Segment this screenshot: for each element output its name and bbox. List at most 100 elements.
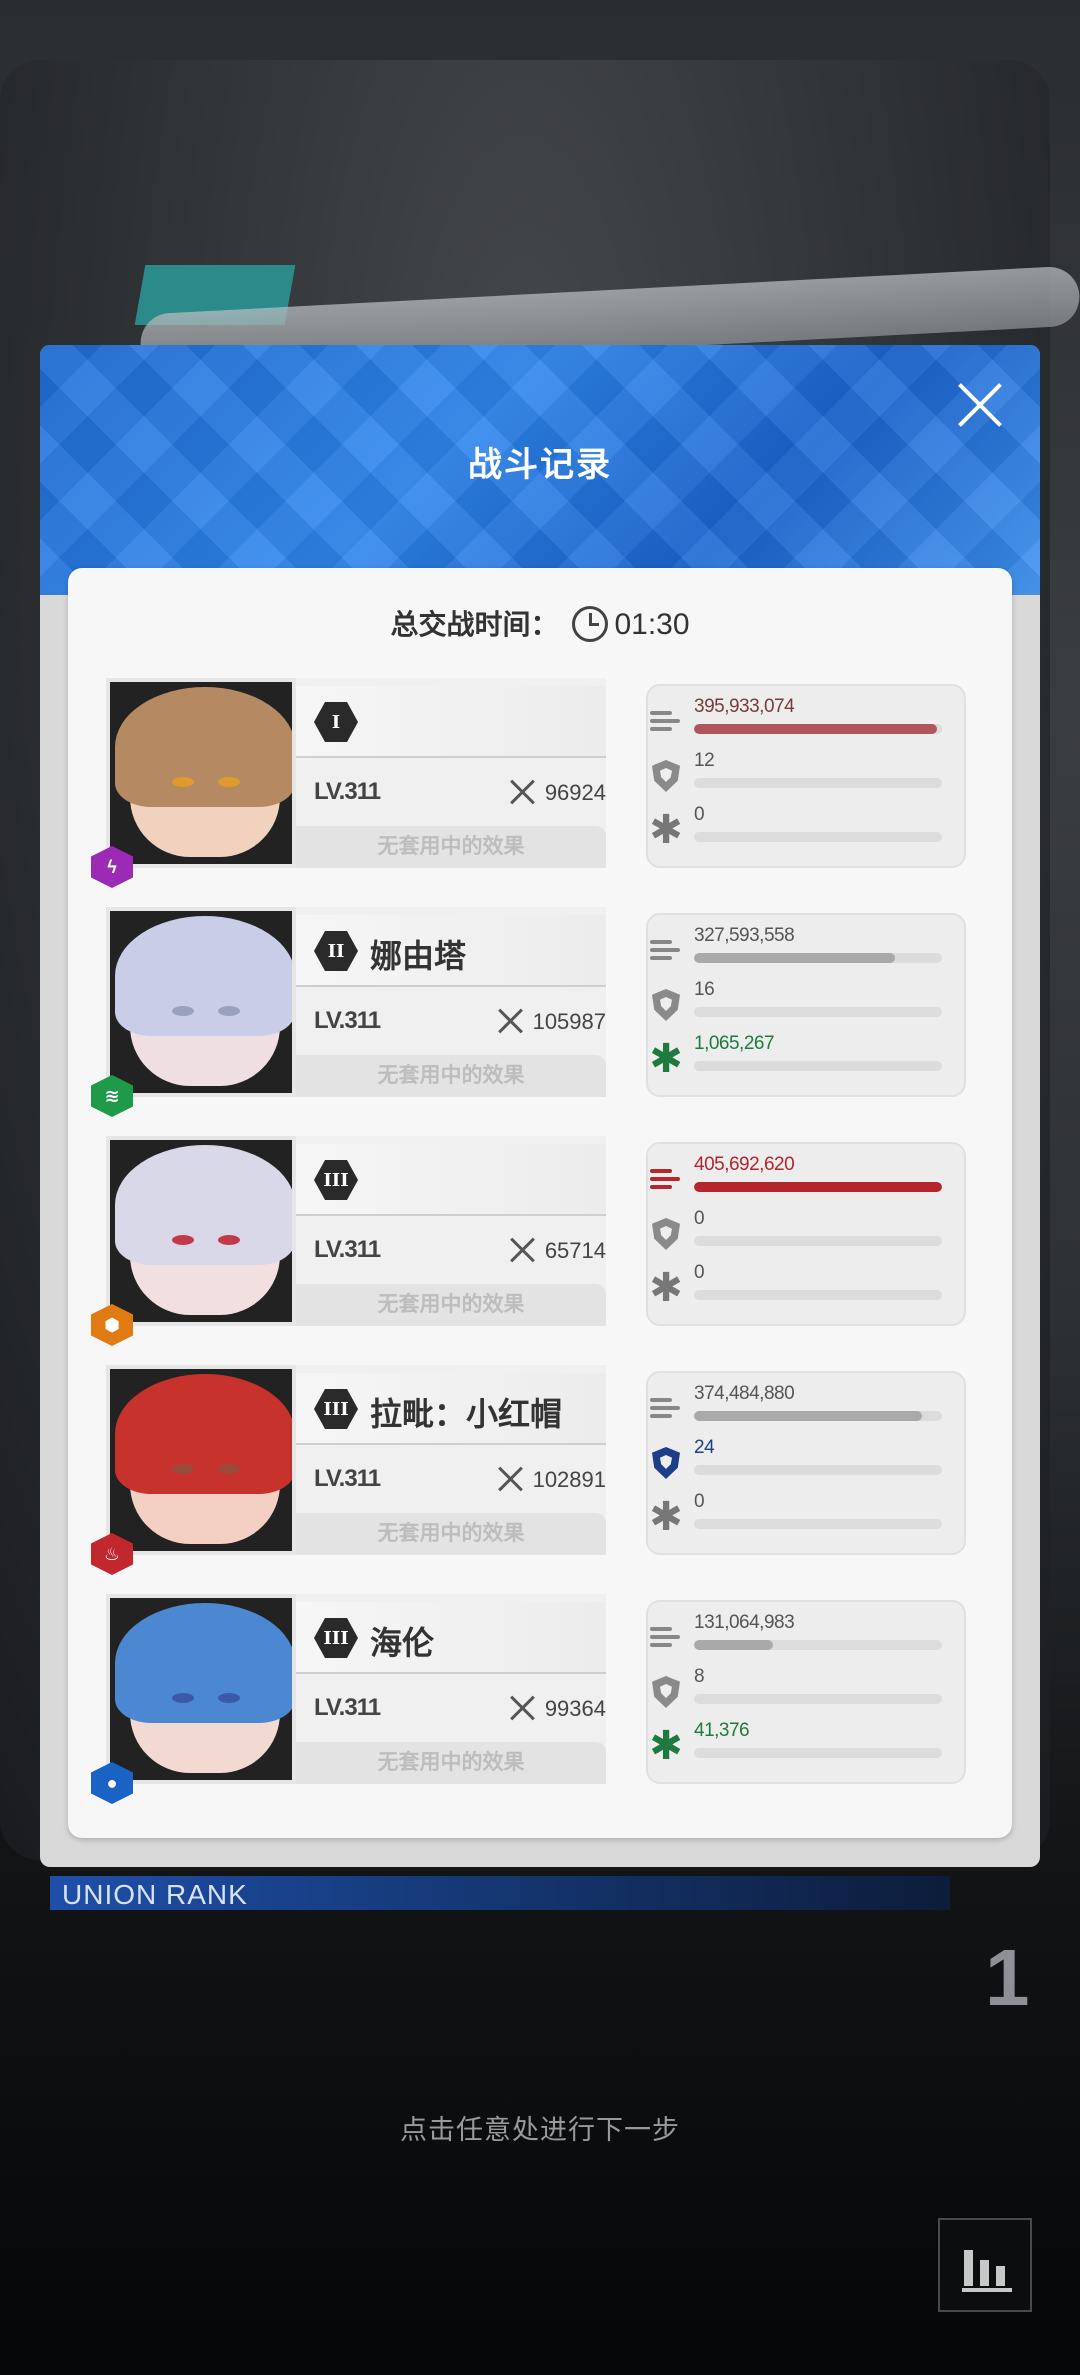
damage-bar: [694, 1640, 774, 1650]
damage-bar: [694, 953, 895, 963]
unit-row[interactable]: ● III 海伦 LV.311 99364 无套用中的效果 131,064,98…: [91, 1594, 966, 1804]
unit-power: 99364: [509, 1694, 606, 1722]
crossed-swords-icon: [497, 1007, 525, 1035]
unit-power: 96924: [509, 778, 606, 806]
damage-value: 131,064,983: [694, 1612, 795, 1633]
damage-bar: [694, 1182, 942, 1192]
shield-icon: [648, 1216, 684, 1252]
shield-icon: [648, 1674, 684, 1710]
unit-info: III LV.311 65714 无套用中的效果: [296, 1136, 606, 1326]
unit-stats: 395,933,074 12 ✱ 0: [646, 684, 966, 868]
bar-chart-icon[interactable]: [938, 2218, 1032, 2312]
heal-stat: ✱ 0: [648, 1260, 968, 1314]
unit-row[interactable]: ♨ III 拉毗：小红帽 LV.311 102891 无套用中的效果 374,4…: [91, 1365, 966, 1575]
damage-stat: 395,933,074: [648, 694, 968, 748]
damage-stat: 131,064,983: [648, 1610, 968, 1664]
unit-stats: 131,064,983 8 ✱ 41,376: [646, 1600, 966, 1784]
modal-header: 战斗记录: [40, 345, 1040, 595]
unit-stats: 327,593,558 16 ✱ 1,065,267: [646, 913, 966, 1097]
unit-portrait: [106, 678, 296, 868]
unit-power: 102891: [497, 1465, 606, 1493]
damage-icon: [648, 1391, 684, 1427]
unit-info: III 海伦 LV.311 99364 无套用中的效果: [296, 1594, 606, 1784]
heal-stat: ✱ 0: [648, 802, 968, 856]
effect-status: 无套用中的效果: [296, 1742, 606, 1784]
burst-rank-badge: III: [314, 1160, 358, 1200]
unit-portrait: [106, 1365, 296, 1555]
heal-stat: ✱ 1,065,267: [648, 1031, 968, 1085]
unit-portrait: [106, 907, 296, 1097]
union-rank-label: UNION RANK: [62, 1879, 248, 1910]
damage-value: 395,933,074: [694, 696, 795, 717]
burst-rank-badge: I: [314, 702, 358, 742]
unit-name-bar: III 拉毗：小红帽: [296, 1373, 606, 1445]
modal-title: 战斗记录: [468, 446, 612, 484]
unit-portrait: [106, 1136, 296, 1326]
heal-icon: ✱: [649, 808, 683, 852]
crossed-swords-icon: [497, 1465, 525, 1493]
damage-icon: [648, 1620, 684, 1656]
heal-value: 41,376: [694, 1720, 750, 1741]
unit-level: LV.311: [314, 778, 381, 805]
damage-icon: [648, 1162, 684, 1198]
heal-value: 0: [694, 1262, 705, 1283]
heal-value: 1,065,267: [694, 1033, 775, 1054]
damage-bar: [694, 724, 938, 734]
union-rank-value: 1: [985, 1933, 1030, 2022]
burst-rank-badge: III: [314, 1618, 358, 1658]
unit-row[interactable]: ⬢ III LV.311 65714 无套用中的效果 405,692,620 0: [91, 1136, 968, 1346]
battle-record-modal: 战斗记录 总交战时间： 01:30 ϟ I LV.311 96924 无套用中的效…: [40, 345, 1040, 1867]
damage-bar: [694, 1411, 923, 1421]
unit-info: II 娜由塔 LV.311 105987 无套用中的效果: [296, 907, 606, 1097]
timer-label: 总交战时间：: [390, 609, 559, 640]
heal-value: 0: [694, 1491, 705, 1512]
record-card: 总交战时间： 01:30 ϟ I LV.311 96924 无套用中的效果 395…: [68, 568, 1012, 1838]
shield-stat: 8: [648, 1664, 968, 1718]
damage-stat: 327,593,558: [648, 923, 968, 977]
crossed-swords-icon: [509, 1236, 537, 1264]
unit-power: 65714: [509, 1236, 606, 1264]
heal-stat: ✱ 41,376: [648, 1718, 968, 1772]
continue-hint[interactable]: 点击任意处进行下一步: [0, 2108, 1080, 2147]
damage-value: 327,593,558: [694, 925, 795, 946]
shield-stat: 0: [648, 1206, 968, 1260]
damage-icon: [648, 704, 684, 740]
power-value: 99364: [544, 1696, 606, 1721]
unit-level: LV.311: [314, 1007, 381, 1034]
unit-name-bar: II 娜由塔: [296, 915, 606, 987]
clock-icon: [572, 606, 609, 642]
unit-portrait: [106, 1594, 296, 1784]
shield-stat: 12: [648, 748, 968, 802]
unit-row[interactable]: ≋ II 娜由塔 LV.311 105987 无套用中的效果 327,593,5…: [91, 907, 966, 1117]
crossed-swords-icon: [509, 778, 537, 806]
shield-value: 16: [694, 979, 715, 1000]
shield-value: 12: [694, 750, 715, 771]
unit-name: 娜由塔: [370, 938, 467, 974]
burst-rank-badge: III: [314, 1389, 358, 1429]
crossed-swords-icon: [509, 1694, 537, 1722]
damage-icon: [648, 933, 684, 969]
power-value: 65714: [544, 1238, 606, 1263]
unit-name: 海伦: [370, 1625, 435, 1661]
union-rank-bar: UNION RANK: [50, 1876, 950, 1910]
unit-name-bar: I: [296, 686, 606, 758]
unit-info: III 拉毗：小红帽 LV.311 102891 无套用中的效果: [296, 1365, 606, 1555]
shield-stat: 16: [648, 977, 968, 1031]
heal-icon: ✱: [649, 1037, 683, 1081]
timer-value: 01:30: [614, 608, 690, 641]
close-icon[interactable]: [955, 380, 1005, 430]
unit-row[interactable]: ϟ I LV.311 96924 无套用中的效果 395,933,074 12 …: [91, 678, 966, 888]
unit-level: LV.311: [314, 1694, 381, 1721]
effect-status: 无套用中的效果: [296, 1284, 606, 1326]
shield-value: 24: [694, 1437, 715, 1458]
power-value: 96924: [544, 780, 606, 805]
effect-status: 无套用中的效果: [296, 826, 606, 868]
power-value: 105987: [532, 1009, 606, 1034]
damage-stat: 374,484,880: [648, 1381, 968, 1435]
unit-stats: 374,484,880 24 ✱ 0: [646, 1371, 966, 1555]
heal-value: 0: [694, 804, 705, 825]
power-value: 102891: [532, 1467, 606, 1492]
effect-status: 无套用中的效果: [296, 1055, 606, 1097]
shield-value: 8: [694, 1666, 705, 1687]
total-battle-time: 总交战时间： 01:30: [68, 603, 1012, 643]
